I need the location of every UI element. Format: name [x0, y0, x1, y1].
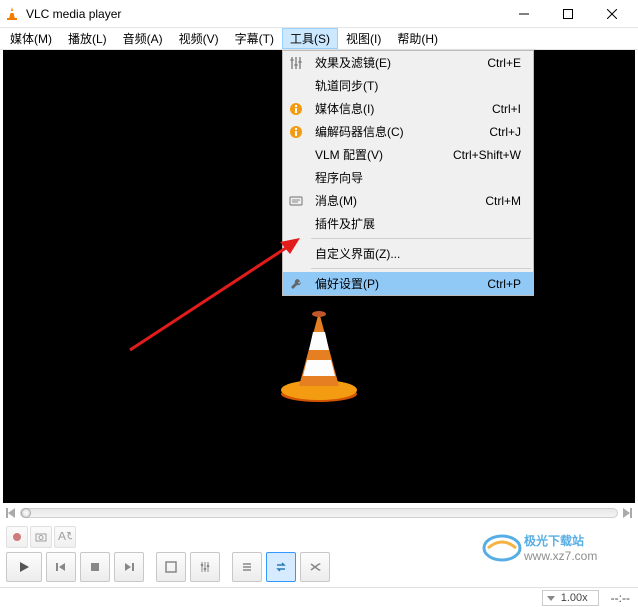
loop-button[interactable]: [266, 552, 296, 582]
seek-start-icon[interactable]: [6, 508, 16, 518]
menu-program-guide[interactable]: 程序向导: [283, 166, 533, 189]
menu-media[interactable]: 媒体(M): [2, 28, 60, 49]
fullscreen-button[interactable]: [156, 552, 186, 582]
skip-forward-button[interactable]: [114, 552, 144, 582]
menubar: 媒体(M) 播放(L) 音频(A) 视频(V) 字幕(T) 工具(S) 视图(I…: [0, 28, 638, 50]
playback-controls: [0, 551, 638, 587]
playback-speed[interactable]: 1.00x: [542, 590, 599, 606]
menu-view[interactable]: 视图(I): [338, 28, 389, 49]
menu-playback[interactable]: 播放(L): [60, 28, 115, 49]
seek-end-icon[interactable]: [622, 508, 632, 518]
maximize-button[interactable]: [546, 0, 590, 28]
menu-effects-filters[interactable]: 效果及滤镜(E) Ctrl+E: [283, 51, 533, 74]
messages-icon: [283, 194, 309, 208]
minimize-button[interactable]: [502, 0, 546, 28]
skip-back-button[interactable]: [46, 552, 76, 582]
stop-button[interactable]: [80, 552, 110, 582]
seek-thumb[interactable]: [21, 508, 31, 518]
advanced-buttons: A↻B: [0, 523, 638, 551]
menu-separator: [311, 238, 531, 239]
menu-track-sync[interactable]: 轨道同步(T): [283, 74, 533, 97]
close-button[interactable]: [590, 0, 634, 28]
tools-dropdown: 效果及滤镜(E) Ctrl+E 轨道同步(T) 媒体信息(I) Ctrl+I 编…: [282, 50, 534, 296]
info-icon: [283, 125, 309, 139]
menu-separator: [311, 268, 531, 269]
menu-messages[interactable]: 消息(M) Ctrl+M: [283, 189, 533, 212]
shuffle-button[interactable]: [300, 552, 330, 582]
menu-customize-interface[interactable]: 自定义界面(Z)...: [283, 242, 533, 265]
menu-tools[interactable]: 工具(S): [282, 28, 338, 49]
statusbar: 1.00x --:--: [0, 587, 638, 607]
menu-audio[interactable]: 音频(A): [115, 28, 171, 49]
app-icon: [4, 6, 20, 22]
titlebar: VLC media player: [0, 0, 638, 28]
menu-subtitle[interactable]: 字幕(T): [227, 28, 282, 49]
wrench-icon: [283, 277, 309, 291]
extended-settings-button[interactable]: [190, 552, 220, 582]
snapshot-button[interactable]: [30, 526, 52, 548]
info-icon: [283, 102, 309, 116]
seekbar-row: [0, 503, 638, 523]
seek-slider[interactable]: [20, 508, 618, 518]
menu-video[interactable]: 视频(V): [171, 28, 227, 49]
window-title: VLC media player: [26, 7, 502, 21]
play-button[interactable]: [6, 552, 42, 582]
sliders-icon: [283, 56, 309, 70]
playlist-button[interactable]: [232, 552, 262, 582]
menu-vlm-config[interactable]: VLM 配置(V) Ctrl+Shift+W: [283, 143, 533, 166]
menu-media-info[interactable]: 媒体信息(I) Ctrl+I: [283, 97, 533, 120]
menu-codec-info[interactable]: 编解码器信息(C) Ctrl+J: [283, 120, 533, 143]
svg-text:A↻B: A↻B: [58, 532, 72, 542]
loop-ab-button[interactable]: A↻B: [54, 526, 76, 548]
menu-help[interactable]: 帮助(H): [389, 28, 446, 49]
time-display: --:--: [611, 591, 630, 605]
menu-plugins-extensions[interactable]: 插件及扩展: [283, 212, 533, 235]
record-button[interactable]: [6, 526, 28, 548]
vlc-cone-logo: [269, 304, 369, 404]
menu-preferences[interactable]: 偏好设置(P) Ctrl+P: [283, 272, 533, 295]
